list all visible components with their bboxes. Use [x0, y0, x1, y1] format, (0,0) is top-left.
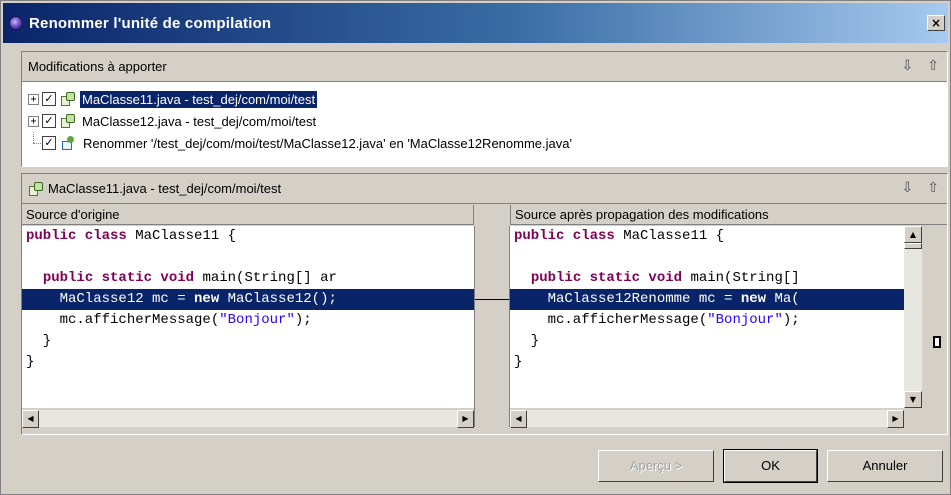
- tree-item[interactable]: ✓ Renommer '/test_dej/com/moi/test/MaCla…: [28, 132, 941, 154]
- string-literal: "Bonjour": [219, 312, 295, 328]
- code-text: MaClasse12();: [219, 291, 337, 307]
- changes-panel: Modifications à apporter ⇩ ⇧ + ✓ MaClass…: [21, 51, 948, 167]
- code-text: main(String[] ar: [194, 270, 337, 286]
- eclipse-icon: [9, 16, 23, 30]
- scroll-thumb[interactable]: [904, 243, 922, 249]
- keyword: new: [740, 291, 767, 307]
- changes-header: Modifications à apporter ⇩ ⇧: [22, 52, 947, 82]
- rename-file-icon: [60, 135, 76, 151]
- scroll-left-icon[interactable]: ◀: [22, 410, 39, 428]
- code-text: MaClasse11 {: [614, 228, 725, 244]
- expand-icon[interactable]: +: [28, 115, 39, 127]
- dialog-title: Renommer l'unité de compilation: [29, 14, 272, 32]
- java-file-change-icon: [60, 91, 76, 107]
- original-source-pane[interactable]: public class MaClasse11 { public static …: [22, 226, 474, 408]
- scroll-down-icon[interactable]: ▼: [904, 391, 922, 408]
- change-marker[interactable]: [933, 336, 941, 348]
- code-text: mc.afficherMessage(: [26, 312, 220, 328]
- preview-button[interactable]: Aperçu >: [598, 450, 714, 482]
- changes-nav: ⇩ ⇧: [902, 58, 939, 74]
- diff-connector-gutter: [474, 226, 510, 427]
- code-text: main(String[]: [682, 270, 800, 286]
- string-literal: "Bonjour": [707, 312, 783, 328]
- change-checkbox[interactable]: ✓: [42, 114, 56, 128]
- tree-item-label[interactable]: MaClasse11.java - test_dej/com/moi/test: [80, 90, 318, 108]
- tree-connector: [28, 132, 41, 154]
- change-checkbox[interactable]: ✓: [42, 92, 56, 106]
- code-line: public static void main(String[] ar: [22, 268, 474, 289]
- changed-code-line: MaClasse12Renomme mc = new Ma(: [510, 289, 904, 310]
- right-horizontal-scrollbar[interactable]: ◀ ▶: [510, 409, 904, 428]
- code-line: }: [26, 354, 35, 370]
- left-horizontal-scrollbar[interactable]: ◀ ▶: [22, 409, 474, 428]
- keyword: public static void: [42, 270, 195, 286]
- code-line: }: [514, 354, 523, 370]
- tree-item[interactable]: + ✓ MaClasse11.java - test_dej/com/moi/t…: [28, 88, 941, 110]
- previous-change-icon[interactable]: ⇧: [927, 58, 939, 74]
- expand-icon[interactable]: +: [28, 93, 39, 105]
- code-text: );: [782, 312, 800, 328]
- tree-item[interactable]: + ✓ MaClasse12.java - test_dej/com/moi/t…: [28, 110, 941, 132]
- code-line: }: [26, 333, 52, 349]
- code-text: MaClasse11 {: [126, 228, 237, 244]
- code-text: MaClasse12Renomme mc =: [514, 291, 741, 307]
- right-pane-title: Source après propagation des modificatio…: [510, 205, 947, 225]
- changes-header-label: Modifications à apporter: [28, 59, 167, 74]
- java-file-change-icon: [28, 181, 44, 197]
- scroll-right-icon[interactable]: ▶: [457, 410, 474, 428]
- compare-header: MaClasse11.java - test_dej/com/moi/test …: [22, 174, 947, 204]
- keyword: public class: [514, 228, 615, 244]
- code-line: public class MaClasse11 {: [510, 226, 904, 247]
- compare-panel: MaClasse11.java - test_dej/com/moi/test …: [21, 173, 948, 435]
- code-line: mc.afficherMessage("Bonjour");: [22, 310, 474, 331]
- java-file-change-icon: [60, 113, 76, 129]
- modified-source-pane[interactable]: public class MaClasse11 { public static …: [510, 226, 904, 408]
- rename-dialog: Renommer l'unité de compilation × Modifi…: [0, 0, 951, 495]
- keyword: new: [194, 291, 220, 307]
- scroll-right-icon[interactable]: ▶: [887, 410, 904, 428]
- changed-code-line: MaClasse12 mc = new MaClasse12();: [22, 289, 474, 310]
- title-bar[interactable]: Renommer l'unité de compilation ×: [3, 3, 948, 43]
- next-change-icon[interactable]: ⇩: [902, 58, 914, 74]
- code-line: public class MaClasse11 {: [22, 226, 474, 247]
- code-line: public static void main(String[]: [510, 268, 904, 289]
- cancel-button[interactable]: Annuler: [827, 450, 943, 482]
- code-text: mc.afficherMessage(: [514, 312, 708, 328]
- keyword: public class: [26, 228, 127, 244]
- ok-button[interactable]: OK: [723, 449, 818, 483]
- next-difference-icon[interactable]: ⇩: [902, 180, 914, 196]
- compare-title: MaClasse11.java - test_dej/com/moi/test: [48, 181, 282, 196]
- scroll-left-icon[interactable]: ◀: [510, 410, 527, 428]
- code-text: );: [294, 312, 312, 328]
- keyword: public static void: [530, 270, 683, 286]
- left-pane-title: Source d'origine: [22, 205, 474, 225]
- changes-tree: + ✓ MaClasse11.java - test_dej/com/moi/t…: [28, 88, 941, 154]
- diff-connector-line: [475, 299, 509, 300]
- tree-item-label[interactable]: MaClasse12.java - test_dej/com/moi/test: [80, 113, 318, 130]
- change-checkbox[interactable]: ✓: [42, 136, 56, 150]
- close-button[interactable]: ×: [927, 15, 945, 31]
- overview-ruler[interactable]: [926, 226, 947, 427]
- previous-difference-icon[interactable]: ⇧: [927, 180, 939, 196]
- right-vertical-scrollbar[interactable]: ▲ ▼: [904, 226, 922, 408]
- code-line: mc.afficherMessage("Bonjour");: [510, 310, 904, 331]
- compare-nav: ⇩ ⇧: [902, 180, 939, 196]
- tree-item-label[interactable]: Renommer '/test_dej/com/moi/test/MaClass…: [81, 135, 574, 152]
- scroll-up-icon[interactable]: ▲: [904, 226, 922, 243]
- code-text: MaClasse12 mc =: [26, 291, 195, 307]
- code-line: }: [514, 333, 540, 349]
- code-text: Ma(: [766, 291, 800, 307]
